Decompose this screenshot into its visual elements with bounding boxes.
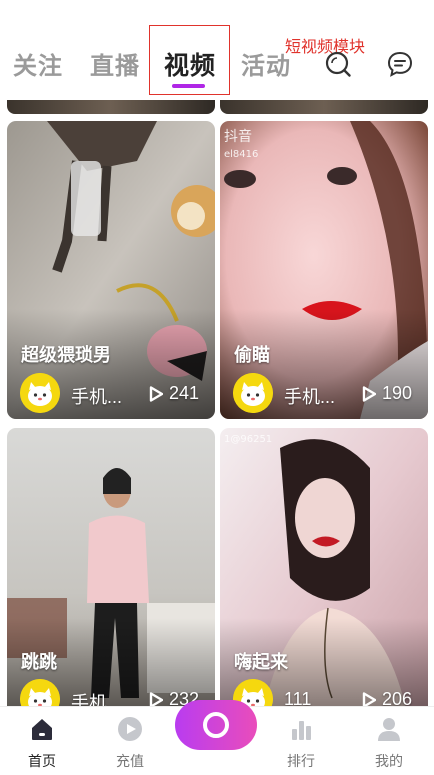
avatar[interactable]	[233, 373, 273, 413]
home-icon	[32, 719, 52, 740]
play-count-icon	[149, 386, 163, 402]
play-count-icon	[362, 692, 376, 706]
cat-avatar-icon	[233, 373, 273, 413]
watermark-text: el8416	[224, 149, 258, 160]
nav-profile-label: 我的	[375, 753, 403, 769]
message-icon[interactable]	[386, 50, 414, 78]
person-icon	[378, 718, 400, 741]
record-icon	[203, 712, 229, 738]
tab-follow[interactable]: 关注	[13, 46, 63, 81]
play-count-icon	[362, 386, 376, 402]
video-title: 超级猥琐男	[21, 345, 111, 365]
video-card[interactable]: 1@96251 嗨起来 111 206	[220, 428, 428, 706]
search-icon[interactable]	[324, 50, 352, 78]
cat-avatar-icon	[20, 373, 60, 413]
nav-ranking-label: 排行	[287, 753, 315, 769]
nav-ranking[interactable]: 排行	[271, 715, 331, 771]
tab-activity[interactable]: 活动	[241, 46, 291, 81]
author-name: 手机...	[71, 387, 123, 407]
record-button[interactable]	[175, 700, 257, 750]
tab-live[interactable]: 直播	[90, 46, 140, 81]
video-feed[interactable]: 超级猥琐男 手机... 241 抖音 el8416 偷瞄 手机... 190 跳…	[0, 100, 434, 706]
watermark-text: 抖音	[224, 128, 252, 145]
play-count: 241	[169, 383, 200, 403]
video-card[interactable]: 超级猥琐男 手机... 241	[7, 121, 215, 419]
previous-card-edge	[7, 100, 215, 114]
video-card[interactable]: 抖音 el8416 偷瞄 手机... 190	[220, 121, 428, 419]
play-count-icon	[149, 692, 163, 706]
annotation-box	[149, 25, 230, 95]
avatar[interactable]	[20, 373, 60, 413]
author-name: 手机...	[284, 387, 336, 407]
play-count: 206	[382, 689, 413, 706]
video-title: 嗨起来	[234, 652, 288, 672]
play-count: 190	[382, 383, 413, 403]
previous-card-edge	[220, 100, 428, 114]
nav-recharge-label: 充值	[116, 753, 144, 769]
author-name: 111	[284, 689, 312, 706]
video-title: 偷瞄	[234, 345, 270, 365]
author-name: 手机...	[71, 693, 123, 706]
nav-home[interactable]: 首页	[12, 715, 72, 771]
watermark-text: 1@96251	[224, 434, 272, 445]
video-card[interactable]: 跳跳 手机... 232	[7, 428, 215, 706]
top-nav: 关注 直播 视频 活动 短视频模块	[0, 0, 434, 100]
nav-home-label: 首页	[28, 753, 56, 769]
nav-recharge[interactable]: 充值	[100, 715, 160, 771]
play-circle-icon	[118, 717, 142, 741]
bar-chart-icon	[292, 721, 311, 740]
video-title: 跳跳	[21, 652, 57, 672]
nav-profile[interactable]: 我的	[359, 715, 419, 771]
